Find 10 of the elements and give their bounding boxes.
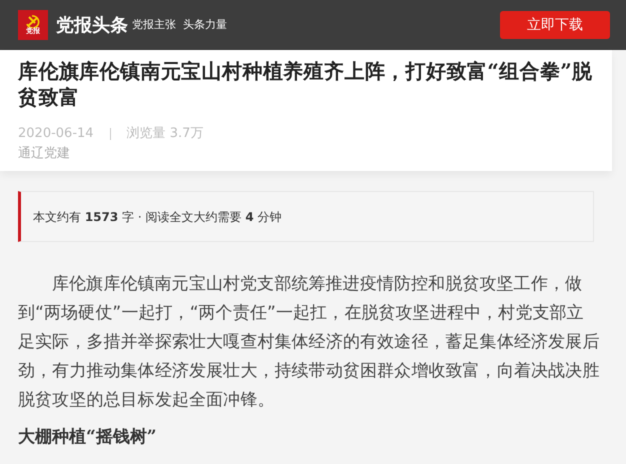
body-paragraph: 库伦旗库伦镇南元宝山村党支部统筹推进疫情防控和脱贫攻坚工作，做到“两场硬仗”一起打，“两个责任”一起扛，在脱贫攻坚进程中，村党支部立足实际，多措并举探索壮大嘎查村集体经济的有效途径，蓄足集体经济发展后劲，有力推动集体经济发展壮大，持续带动贫困群众增收致富，向着决战决胜脱贫攻坚的总目标发起全面冲锋。 (18, 273, 600, 412)
article-title: 库伦旗库伦镇南元宝山村种植养殖齐上阵，打好致富“组合拳”脱贫致富 (18, 58, 594, 110)
reading-info: 本文约有 1573 字 · 阅读全文大约需要 4 分钟 (33, 208, 282, 226)
section-heading: 大棚种植“摇钱树” (18, 427, 158, 448)
source-label: 通辽党建 (18, 144, 71, 162)
slogan: 党报主张 头条力量 (132, 16, 227, 33)
brand-name: 党报头条 (56, 14, 128, 38)
publish-date: 2020-06-14 (18, 125, 94, 143)
download-button[interactable]: 立即下载 (500, 11, 610, 39)
view-count: 浏览量 3.7万 (126, 125, 204, 143)
